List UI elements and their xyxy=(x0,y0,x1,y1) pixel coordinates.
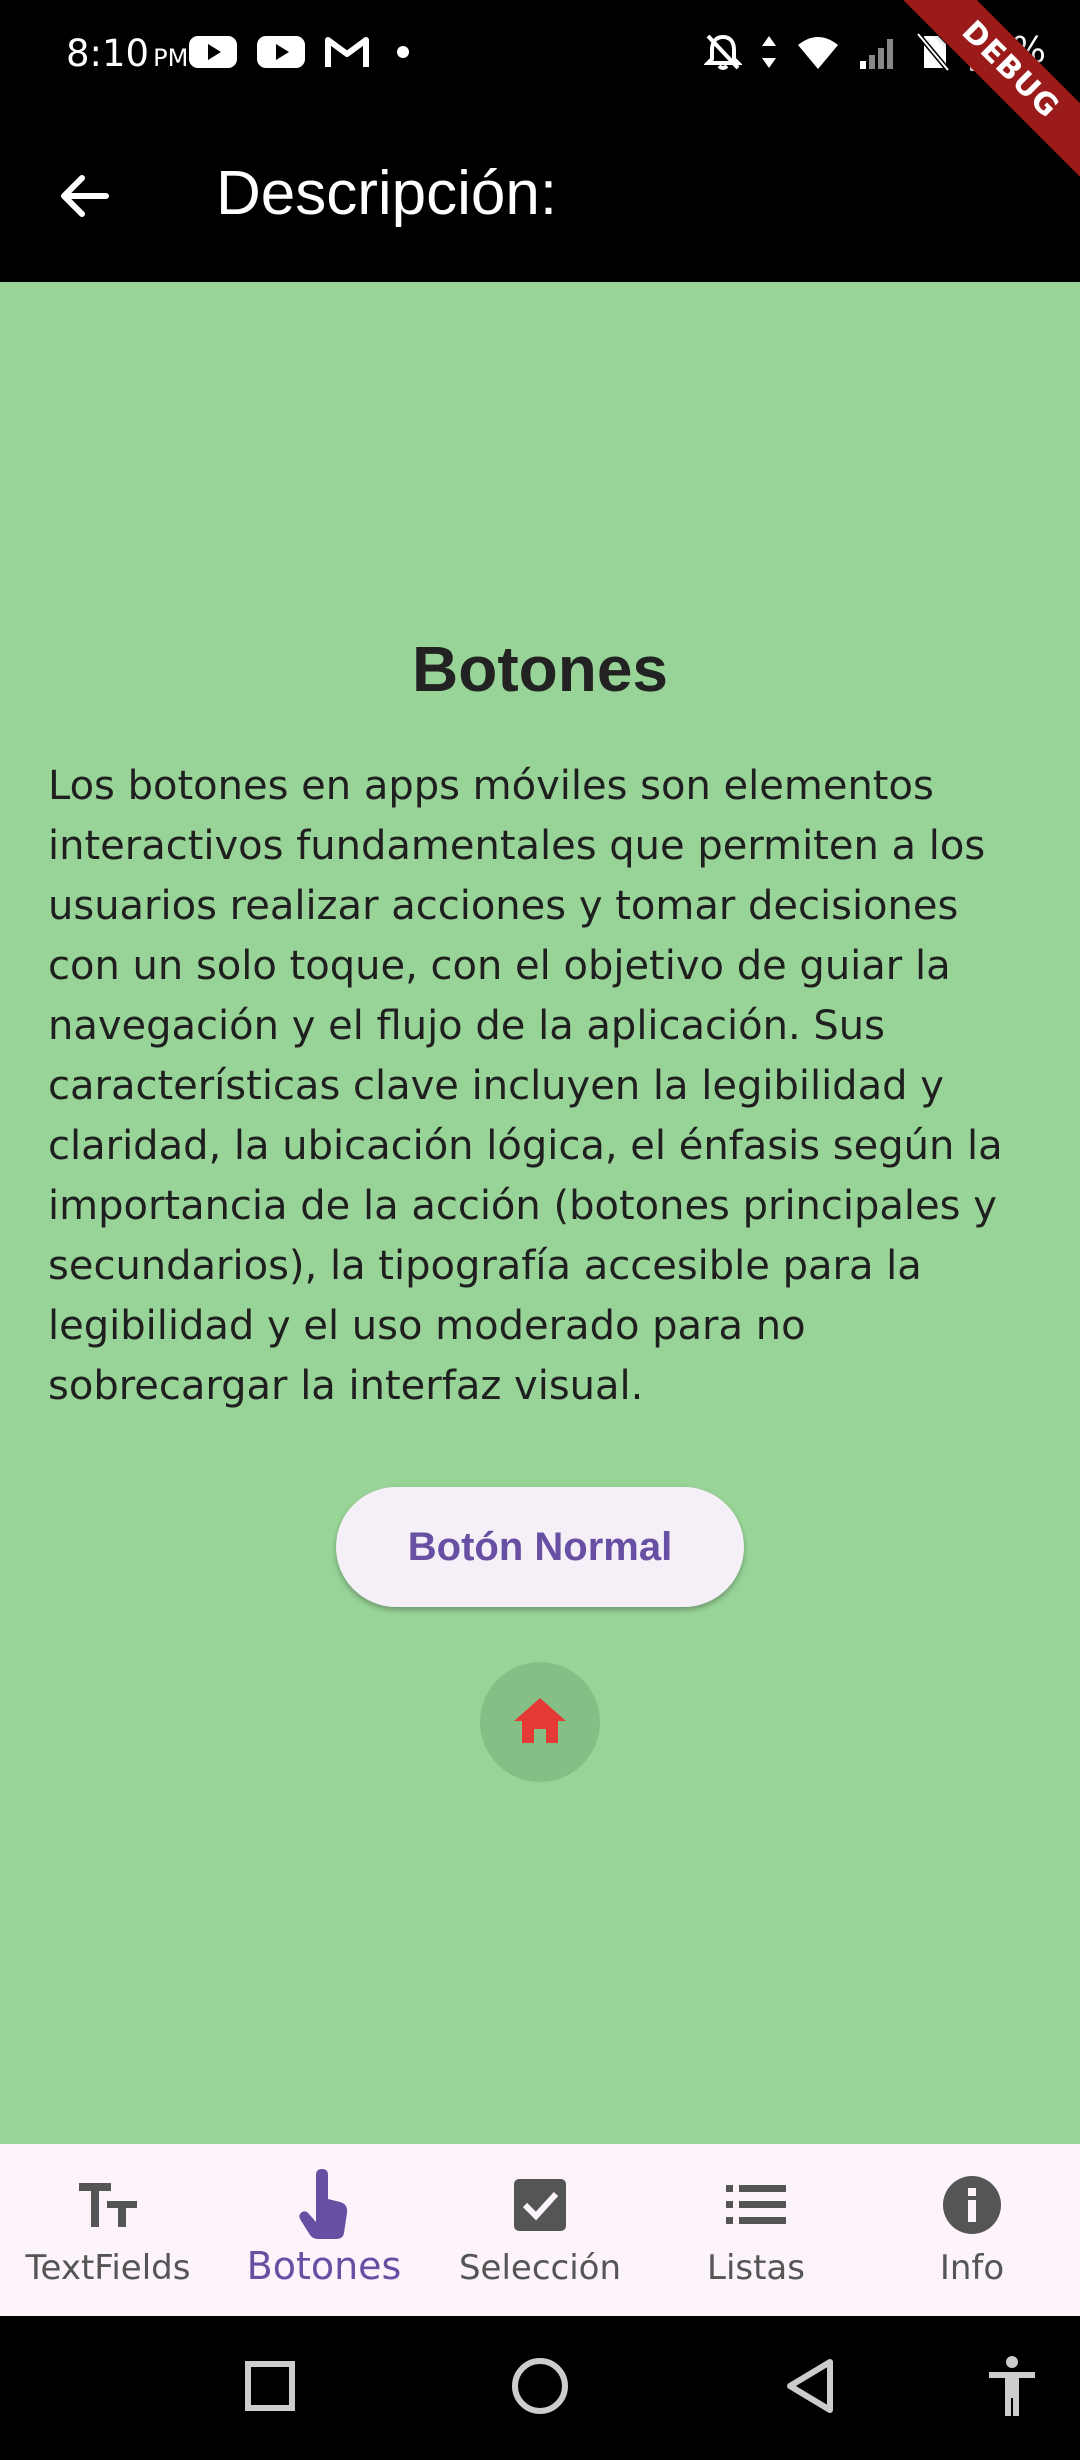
home-circle-icon xyxy=(510,2356,570,2421)
back-button[interactable] xyxy=(48,162,120,234)
accessibility-button[interactable] xyxy=(976,2352,1048,2424)
nav-item-listas[interactable]: Listas xyxy=(648,2144,864,2316)
list-icon xyxy=(726,2172,786,2238)
time-value: 8:10 xyxy=(66,32,150,75)
home-system-button[interactable] xyxy=(504,2352,576,2424)
nav-label: Listas xyxy=(707,2248,805,2288)
status-icons-left xyxy=(188,34,418,75)
dot-icon xyxy=(388,34,418,75)
nav-item-seleccion[interactable]: Selección xyxy=(432,2144,648,2316)
app-bar: Descripción: xyxy=(0,110,1080,282)
accessibility-icon xyxy=(987,2354,1037,2423)
nav-item-botones[interactable]: Botones xyxy=(216,2144,432,2316)
content-area: Botones Los botones en apps móviles son … xyxy=(0,282,1080,2144)
normal-button[interactable]: Botón Normal xyxy=(336,1487,744,1607)
recents-button[interactable] xyxy=(234,2352,306,2424)
nav-label: Botones xyxy=(246,2244,402,2288)
data-arrows-icon xyxy=(760,32,778,77)
screen: 8:10 PM DEBUG Descripción: Botones Los b… xyxy=(0,0,1080,2460)
time-ampm: PM xyxy=(153,44,189,72)
system-navigation-bar xyxy=(0,2316,1080,2460)
wifi-icon xyxy=(796,33,840,76)
bottom-navigation: TextFields Botones Selección Listas Info xyxy=(0,2144,1080,2316)
youtube-icon xyxy=(256,34,306,75)
recents-square-icon xyxy=(244,2360,296,2417)
section-title: Botones xyxy=(412,633,668,705)
gmail-icon xyxy=(324,34,370,75)
nav-label: Info xyxy=(939,2248,1005,2288)
arrow-back-icon xyxy=(56,168,112,229)
signal-icon xyxy=(858,33,898,76)
bell-off-icon xyxy=(703,32,743,77)
text-fields-icon xyxy=(77,2172,139,2238)
page-title: Descripción: xyxy=(216,159,558,228)
youtube-icon xyxy=(188,34,238,75)
back-triangle-icon xyxy=(782,2356,838,2421)
status-bar: 8:10 PM xyxy=(0,0,1080,110)
nav-label: TextFields xyxy=(25,2248,191,2288)
home-icon-button[interactable] xyxy=(480,1662,600,1782)
checkbox-icon xyxy=(512,2172,568,2238)
nav-label: Selección xyxy=(458,2248,622,2288)
status-time: 8:10 PM xyxy=(66,32,188,75)
nav-item-info[interactable]: Info xyxy=(864,2144,1080,2316)
info-icon xyxy=(942,2172,1002,2238)
description-text: Los botones en apps móviles son elemento… xyxy=(48,763,1003,1409)
home-icon xyxy=(512,1695,568,1750)
nav-item-textfields[interactable]: TextFields xyxy=(0,2144,216,2316)
touch-icon xyxy=(296,2169,352,2239)
back-system-button[interactable] xyxy=(774,2352,846,2424)
